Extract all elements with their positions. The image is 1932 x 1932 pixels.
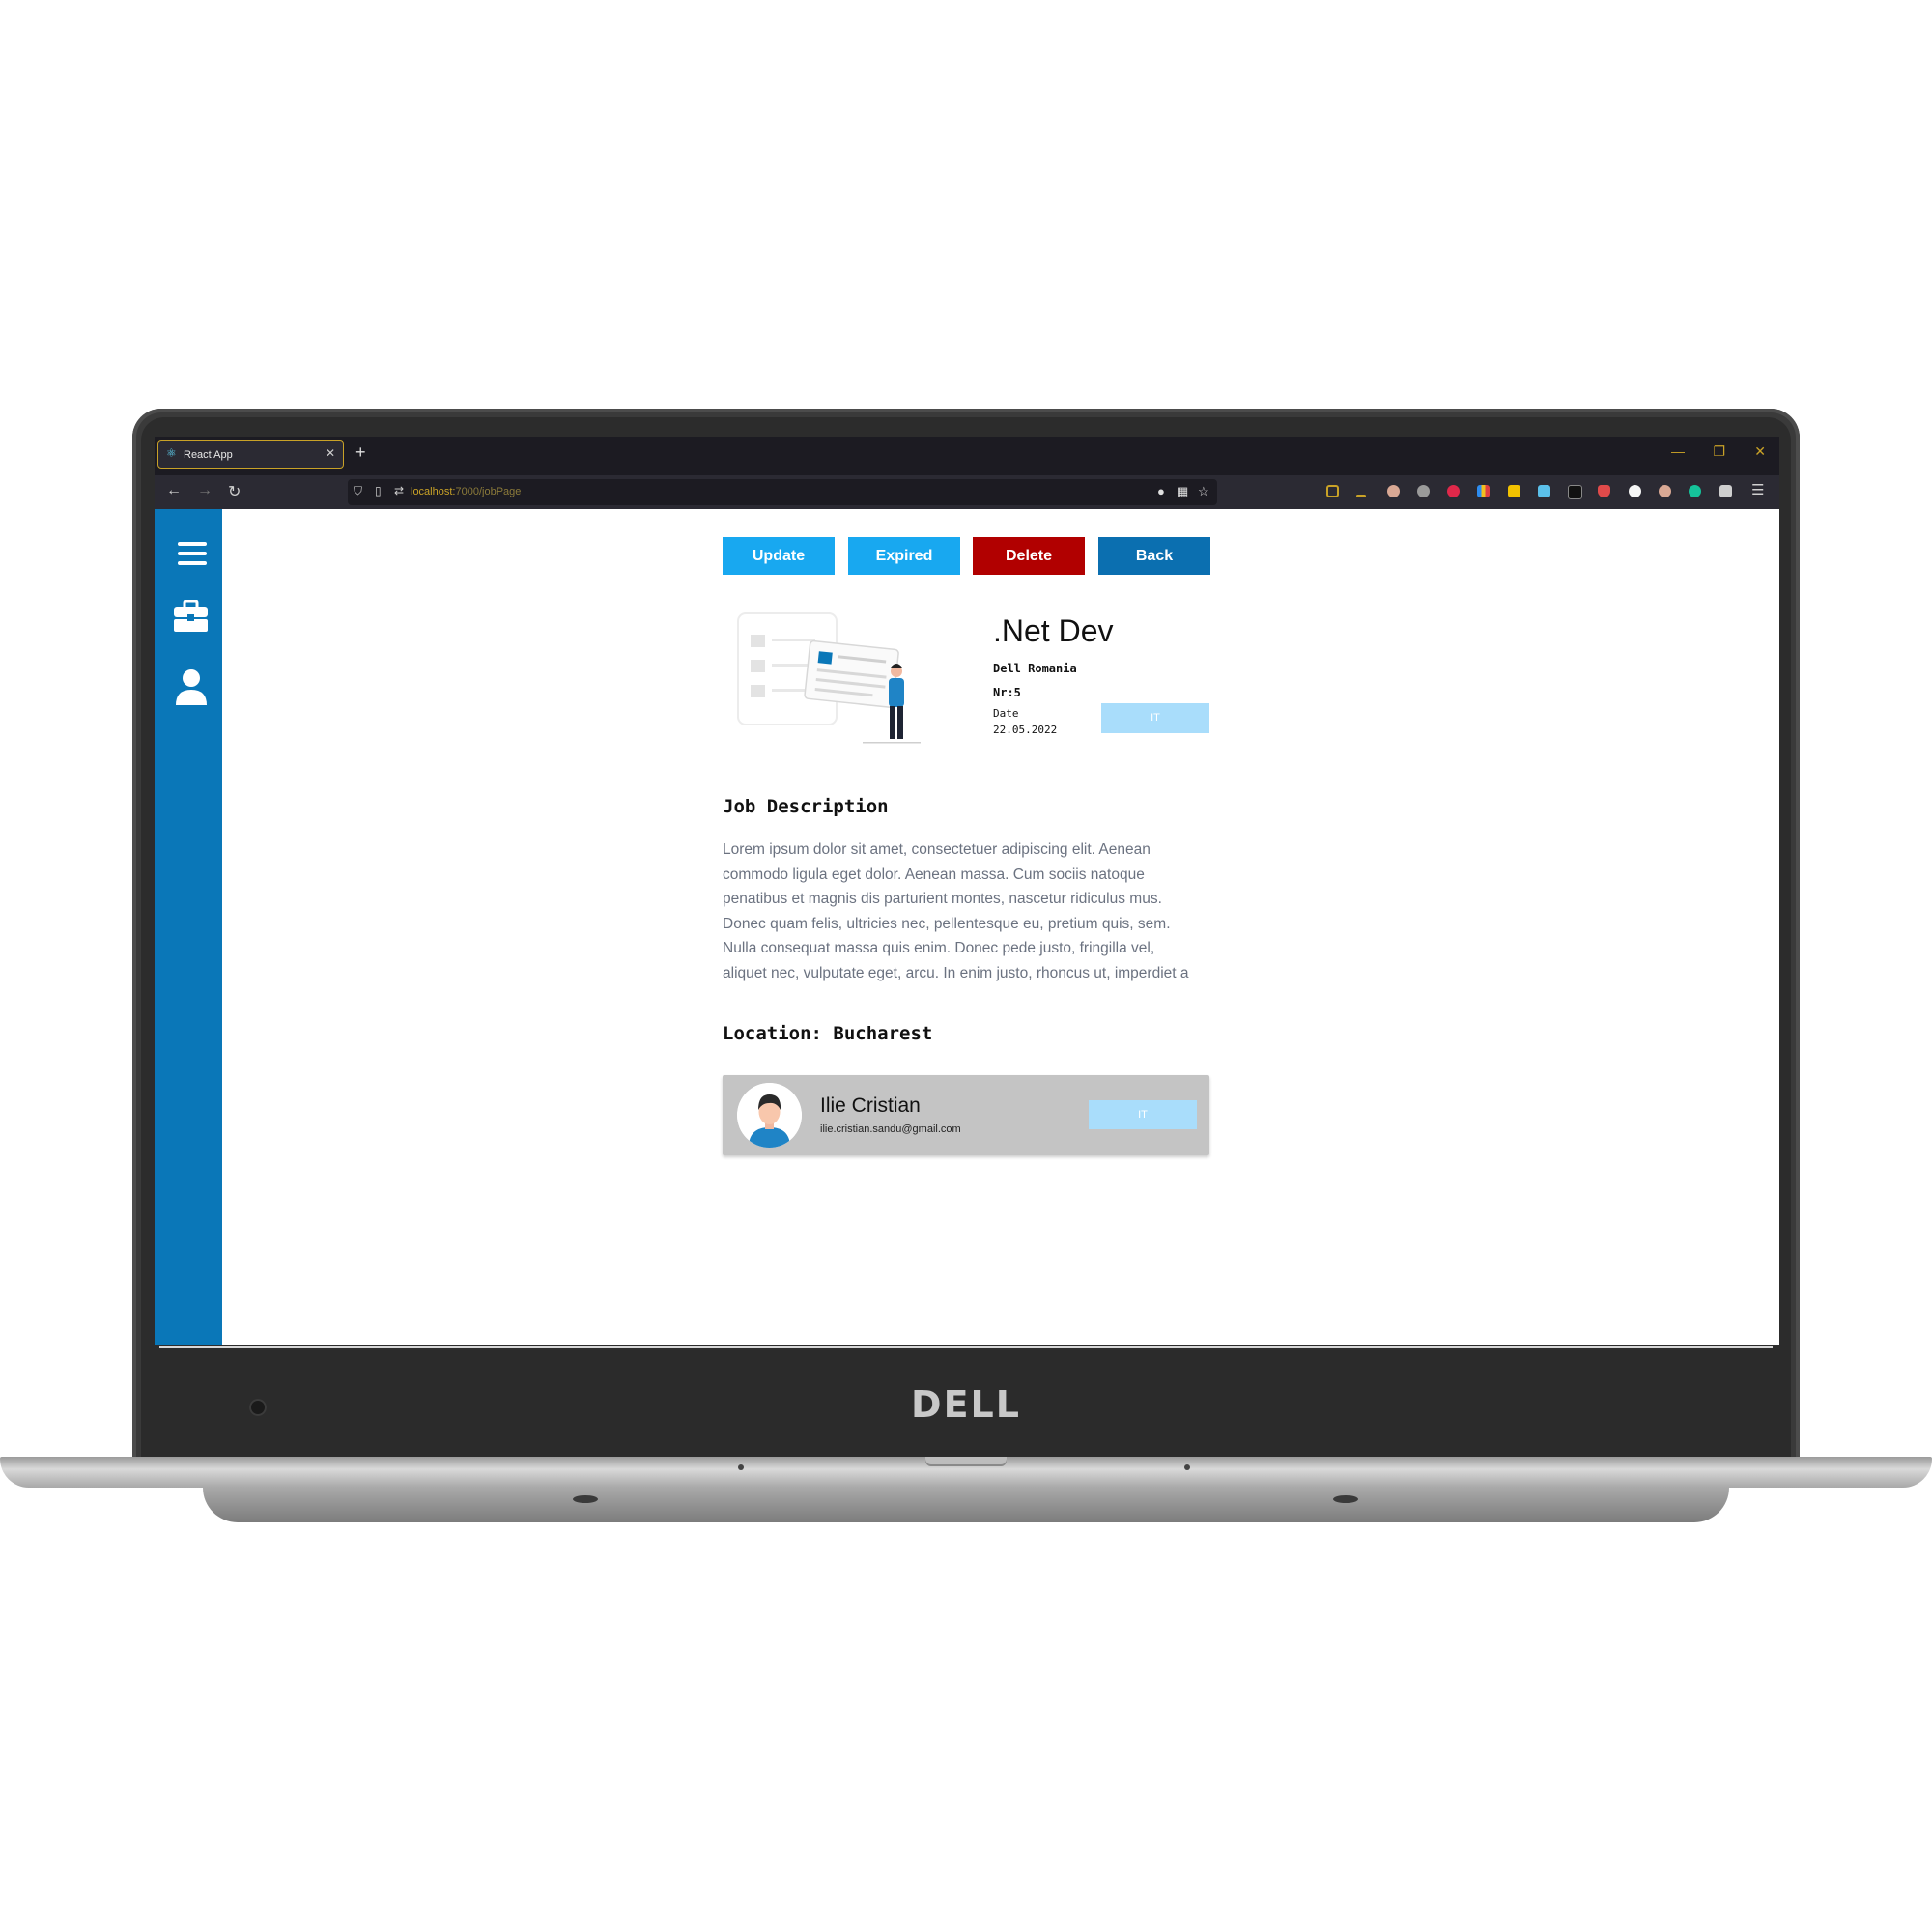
job-number: Nr:5 xyxy=(993,686,1021,699)
sidebar xyxy=(155,509,222,1345)
delete-button[interactable]: Delete xyxy=(973,537,1085,575)
job-title: .Net Dev xyxy=(993,613,1114,648)
webcam-icon xyxy=(249,1399,267,1416)
terminal-extension-icon[interactable] xyxy=(1568,485,1582,499)
contact-category-badge: IT xyxy=(1089,1100,1197,1129)
back-button[interactable]: Back xyxy=(1098,537,1210,575)
app-page: Update Expired Delete Back .Net Dev Dell… xyxy=(155,509,1779,1345)
shield-extension-icon[interactable] xyxy=(1598,485,1610,497)
user-icon[interactable] xyxy=(175,668,208,705)
browser-toolbar: ← → ↻ ⛉ ▯ ⇄ localhost:7000/jobPage ● ▦ ☆… xyxy=(155,475,1779,509)
laptop-brand-logo: DELL xyxy=(911,1383,1021,1426)
minimize-button[interactable]: — xyxy=(1671,443,1685,459)
briefcase-icon[interactable] xyxy=(173,600,209,633)
url-text: localhost:7000/jobPage xyxy=(411,486,521,497)
url-host: localhost: xyxy=(411,486,456,497)
tab-title: React App xyxy=(184,449,233,461)
grammarly-icon[interactable] xyxy=(1689,485,1701,497)
permissions-icon: ⇄ xyxy=(394,484,405,497)
contact-email: ilie.cristian.sandu@gmail.com xyxy=(820,1123,961,1135)
update-button[interactable]: Update xyxy=(723,537,835,575)
reload-icon[interactable]: ↻ xyxy=(228,482,241,501)
job-description-text: Lorem ipsum dolor sit amet, consectetuer… xyxy=(723,841,1189,981)
record-icon[interactable]: ● xyxy=(1157,484,1165,498)
screen-edge xyxy=(159,1346,1773,1348)
close-window-button[interactable]: ✕ xyxy=(1754,443,1766,460)
pocket-icon[interactable] xyxy=(1326,485,1339,497)
extensions-grid-icon[interactable] xyxy=(1719,485,1732,497)
circle-extension-icon[interactable] xyxy=(1629,485,1641,497)
menu-icon[interactable]: ☰ xyxy=(1751,481,1764,498)
adblock-icon[interactable] xyxy=(1447,485,1460,497)
company-name: Dell Romania xyxy=(993,662,1077,675)
hinge-dot xyxy=(738,1464,744,1470)
settings-extension-icon[interactable] xyxy=(1417,485,1430,497)
hamburger-menu-icon[interactable] xyxy=(178,542,207,567)
url-path: 7000/jobPage xyxy=(455,486,522,497)
job-illustration xyxy=(737,612,921,744)
address-bar[interactable]: ⛉ ▯ ⇄ localhost:7000/jobPage ● ▦ ☆ xyxy=(348,479,1217,505)
tab-close-icon[interactable]: ✕ xyxy=(326,446,335,460)
laptop-foot xyxy=(573,1495,598,1503)
download-icon[interactable] xyxy=(1356,495,1366,497)
browser-tab-bar: ⚛ React App ✕ + — ❐ ✕ xyxy=(155,437,1779,475)
laptop-notch xyxy=(925,1457,1007,1466)
react-logo-icon: ⚛ xyxy=(166,446,177,460)
avatar-extension-icon[interactable] xyxy=(1659,485,1671,497)
restore-button[interactable]: ❐ xyxy=(1713,443,1725,460)
shield-icon: ⛉ xyxy=(354,484,363,497)
browser-tab[interactable]: ⚛ React App ✕ xyxy=(157,440,344,469)
page-icon: ▯ xyxy=(375,484,382,497)
category-badge: IT xyxy=(1101,703,1209,733)
contact-card[interactable]: Ilie Cristian ilie.cristian.sandu@gmail.… xyxy=(723,1075,1209,1155)
bookmark-star-icon[interactable]: ☆ xyxy=(1198,484,1209,499)
back-arrow-icon[interactable]: ← xyxy=(166,482,182,499)
date-value: 22.05.2022 xyxy=(993,724,1058,736)
laptop-screen: ⚛ React App ✕ + — ❐ ✕ ← → ↻ ⛉ ▯ ⇄ localh… xyxy=(155,437,1779,1345)
laptop-foot xyxy=(1333,1495,1358,1503)
date-label: Date xyxy=(993,707,1019,720)
avatar xyxy=(737,1083,802,1148)
library-extension-icon[interactable] xyxy=(1477,485,1490,497)
profile-extension-icon[interactable] xyxy=(1387,485,1400,497)
job-description-heading: Job Description xyxy=(723,796,889,817)
new-tab-button[interactable]: + xyxy=(355,442,366,463)
forward-arrow-icon[interactable]: → xyxy=(197,482,213,499)
hinge-dot xyxy=(1184,1464,1190,1470)
job-location: Location: Bucharest xyxy=(723,1023,933,1044)
qr-code-icon[interactable]: ▦ xyxy=(1177,484,1188,499)
save-extension-icon[interactable] xyxy=(1538,485,1550,497)
expired-button[interactable]: Expired xyxy=(848,537,960,575)
notes-extension-icon[interactable] xyxy=(1508,485,1520,497)
contact-name: Ilie Cristian xyxy=(820,1094,921,1117)
laptop-base-bottom xyxy=(203,1488,1729,1522)
